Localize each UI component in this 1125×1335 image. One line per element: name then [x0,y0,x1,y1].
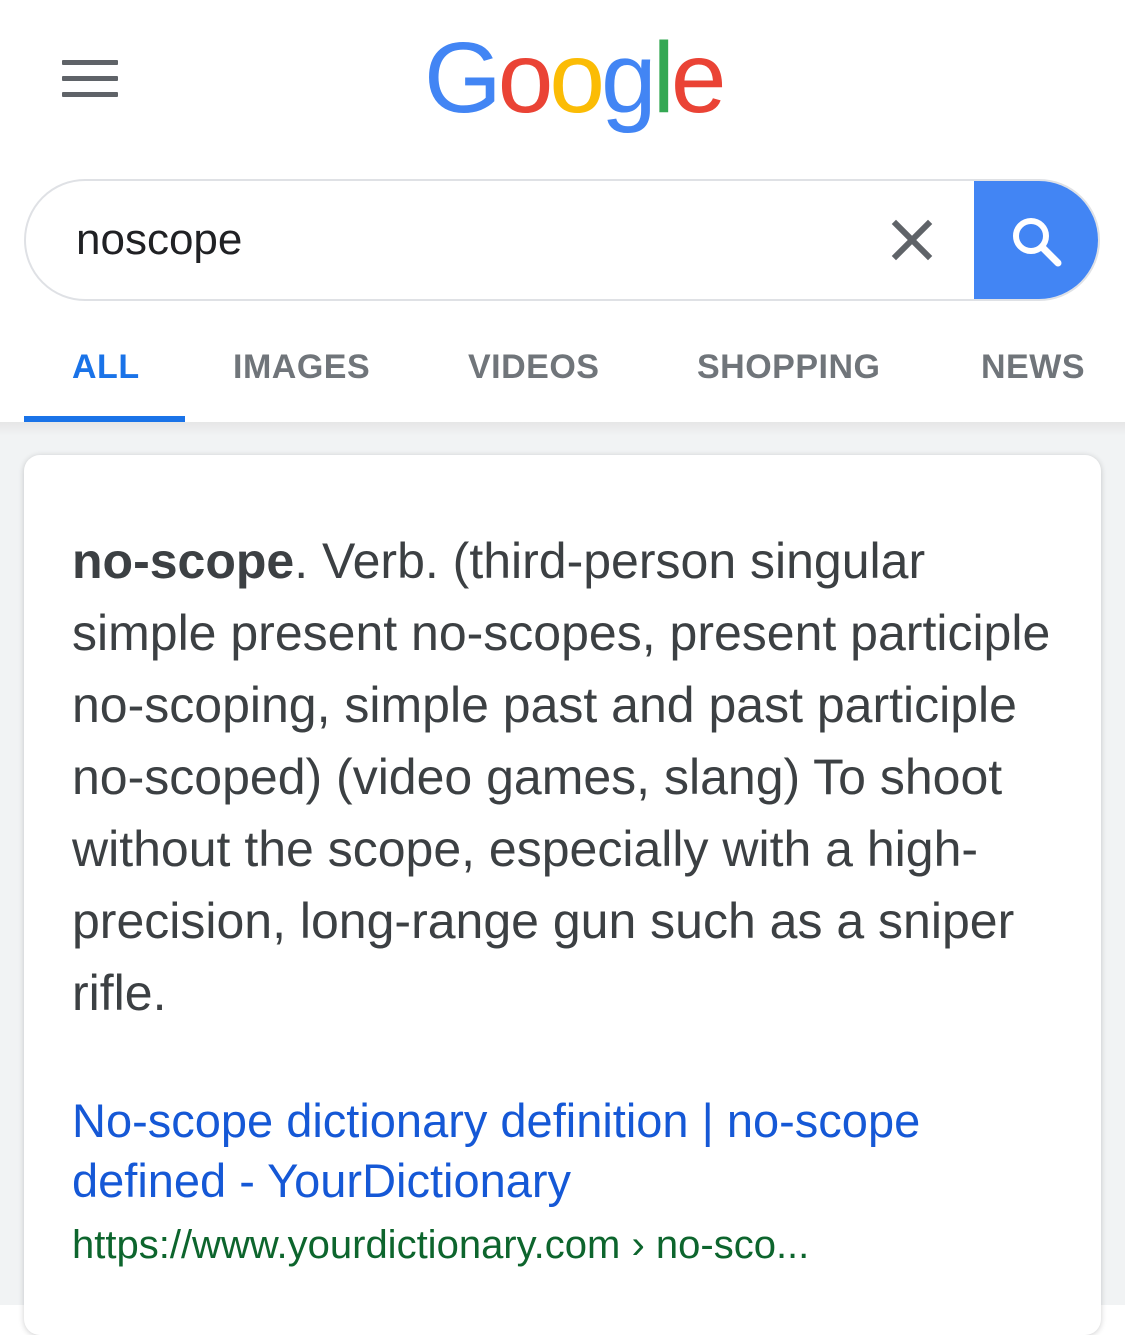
tab-images[interactable]: IMAGES [233,348,370,387]
logo-letter: o [549,22,605,134]
result-url: https://www.yourdictionary.com › no-sco.… [72,1223,810,1267]
search-button[interactable] [974,181,1098,299]
logo-letter: G [424,22,502,134]
definition-text: no-scope. Verb. (third-person singular s… [72,525,1052,1029]
tab-news[interactable]: NEWS [981,348,1085,387]
menu-line [62,60,118,65]
tab-shopping[interactable]: SHOPPING [697,348,880,387]
menu-line [62,92,118,97]
tab-all[interactable]: ALL [72,348,140,387]
result-title-link[interactable]: No-scope dictionary definition | no-scop… [72,1091,1032,1211]
menu-line [62,76,118,81]
definition-term: no-scope [72,533,295,589]
tab-videos[interactable]: VIDEOS [468,348,599,387]
search-input[interactable] [76,205,836,275]
header-shadow [0,422,1125,436]
google-logo[interactable]: Google [424,22,727,134]
close-icon[interactable] [888,216,936,264]
search-tabs: ALL IMAGES VIDEOS SHOPPING NEWS [0,330,1125,422]
logo-letter: g [601,22,657,134]
featured-snippet-card: no-scope. Verb. (third-person singular s… [24,455,1101,1335]
search-box [24,179,1100,301]
hamburger-menu-icon[interactable] [62,60,118,100]
definition-body: . Verb. (third-person singular simple pr… [72,533,1051,1021]
header: Google ALL IMAGES VIDEOS SHOPPING NEWS [0,0,1125,422]
logo-letter: o [497,22,554,134]
search-icon [1013,218,1062,267]
logo-letter: e [670,22,727,134]
logo-letter: l [652,22,675,134]
